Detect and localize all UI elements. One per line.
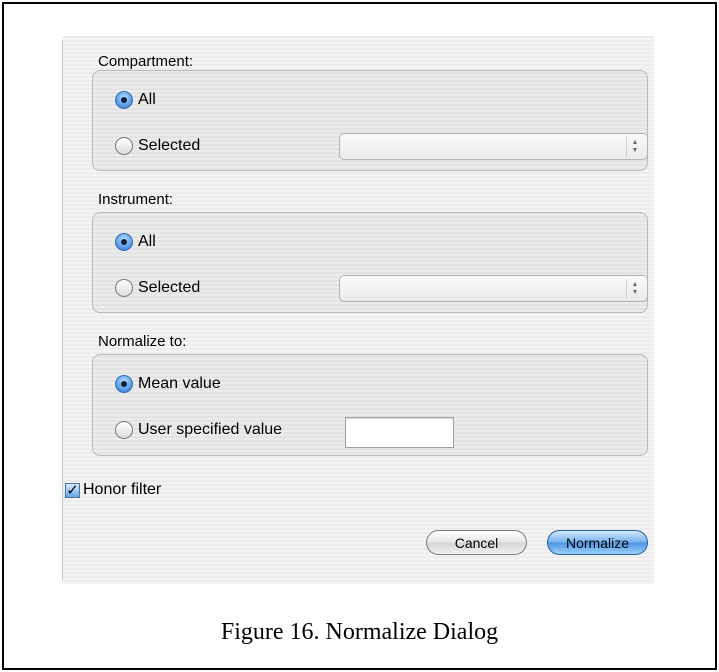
up-down-arrows-icon: ▲ ▼ (626, 137, 643, 156)
honor-filter-label: Honor filter (83, 481, 162, 498)
instrument-all-label: All (138, 233, 156, 250)
cancel-button[interactable]: Cancel (426, 530, 527, 555)
instrument-selected-label: Selected (138, 279, 201, 296)
radio-selected-icon (115, 375, 133, 393)
compartment-select[interactable]: ▲ ▼ (339, 133, 648, 160)
radio-unselected-icon (115, 421, 133, 439)
compartment-title: Compartment: (98, 53, 194, 70)
instrument-title: Instrument: (98, 191, 174, 208)
checkmark-icon: ✓ (65, 481, 80, 499)
normalize-title: Normalize to: (98, 333, 187, 350)
normalize-button[interactable]: Normalize (547, 530, 648, 555)
user-value-radio[interactable]: User specified value (115, 421, 282, 439)
normalize-dialog: Compartment: All Selected ▲ ▼ Instrument:… (62, 36, 654, 584)
up-down-arrows-icon: ▲ ▼ (626, 279, 643, 298)
mean-value-radio[interactable]: Mean value (115, 375, 221, 393)
radio-unselected-icon (115, 137, 133, 155)
radio-selected-icon (115, 233, 133, 251)
instrument-group: All Selected ▲ ▼ (92, 212, 648, 313)
instrument-select[interactable]: ▲ ▼ (339, 275, 648, 302)
user-value-label: User specified value (138, 421, 283, 438)
honor-filter-checkbox[interactable]: ✓ Honor filter (65, 481, 161, 499)
mean-value-label: Mean value (138, 375, 221, 392)
radio-selected-icon (115, 91, 133, 109)
compartment-group: All Selected ▲ ▼ (92, 70, 648, 171)
compartment-selected-label: Selected (138, 137, 201, 154)
radio-unselected-icon (115, 279, 133, 297)
figure-caption: Figure 16. Normalize Dialog (220, 619, 499, 645)
normalize-group: Mean value User specified value (92, 354, 648, 456)
compartment-all-radio[interactable]: All (115, 91, 156, 109)
compartment-all-label: All (138, 91, 156, 108)
instrument-all-radio[interactable]: All (115, 233, 156, 251)
compartment-selected-radio[interactable]: Selected (115, 137, 200, 155)
instrument-selected-radio[interactable]: Selected (115, 279, 200, 297)
user-value-input[interactable] (345, 417, 454, 448)
